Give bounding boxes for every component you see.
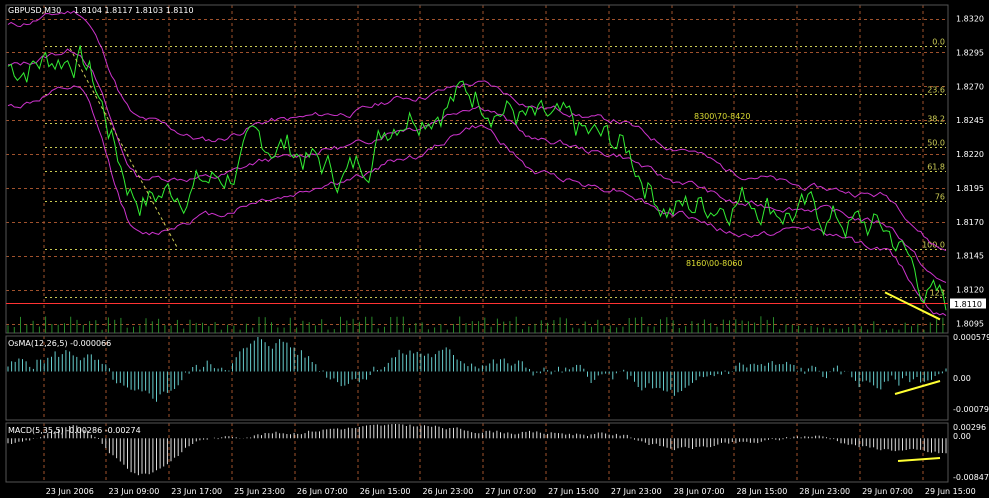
macd-tick-label: 0.00 — [953, 432, 971, 441]
time-axis-label: 27 Jun 23:00 — [611, 487, 662, 496]
time-axis-label: 29 Jun 15:00 — [925, 487, 976, 496]
price-tick-label: 1.8220 — [956, 150, 984, 159]
price-tick-label: 1.8095 — [956, 320, 984, 329]
time-axis-label: 23 Jun 17:00 — [171, 487, 222, 496]
time-axis-label: 28 Jun 07:00 — [674, 487, 725, 496]
time-axis-label: 26 Jun 23:00 — [423, 487, 474, 496]
current-price-label: 1.8110 — [954, 300, 982, 309]
macd-label: MACD(5,35,5) -0.00286 -0.00274 — [8, 426, 141, 435]
time-axis-label: 26 Jun 15:00 — [360, 487, 411, 496]
price-tick-label: 1.8145 — [956, 252, 984, 261]
price-tick-label: 1.8245 — [956, 116, 984, 125]
macd-tick-label: -0.00847 — [953, 473, 989, 482]
fibo-level-label: 61.8 — [927, 163, 945, 172]
time-axis-label: 29 Jun 07:00 — [862, 487, 913, 496]
ohlc-readout: 1.8104 1.8117 1.8103 1.8110 — [74, 6, 194, 15]
price-tick-label: 1.8295 — [956, 48, 984, 57]
time-axis-label: 26 Jun 07:00 — [297, 487, 348, 496]
time-axis-label: 27 Jun 15:00 — [548, 487, 599, 496]
time-axis-label: 27 Jun 07:00 — [485, 487, 536, 496]
time-axis-label: 23 Jun 2006 — [46, 487, 94, 496]
trading-chart: 0.023.638.250.061.876100.0123 1.83201.82… — [0, 0, 989, 498]
price-tick-label: 1.8170 — [956, 218, 984, 227]
price-tick-label: 1.8320 — [956, 15, 984, 24]
time-axis-label: 28 Jun 15:00 — [737, 487, 788, 496]
time-axis-label: 25 Jun 23:00 — [234, 487, 285, 496]
time-axis-label: 28 Jun 23:00 — [799, 487, 850, 496]
fibo-level-label: 0.0 — [932, 38, 945, 47]
fibo-level-label: 100.0 — [922, 241, 945, 250]
chart-title: GBPUSD,M30 — [8, 6, 61, 15]
annotation-lower: 8160\00-8060 — [686, 259, 742, 268]
macd-tick-label: 0.00296 — [953, 423, 986, 432]
annotation-upper: 8300\70-8420 — [694, 112, 750, 121]
fibo-level-label: 50.0 — [927, 139, 945, 148]
price-tick-label: 1.8270 — [956, 82, 984, 91]
osma-label: OsMA(12,26,5) -0.000066 — [8, 339, 111, 348]
osma-tick-label: -0.00079 — [953, 405, 989, 414]
fibo-level-label: 76 — [935, 193, 945, 202]
fibo-level-label: 23.6 — [927, 86, 945, 95]
time-axis-label: 23 Jun 09:00 — [109, 487, 160, 496]
fibo-level-label: 38.2 — [927, 115, 945, 124]
osma-tick-label: 0.000579 — [953, 333, 989, 342]
price-tick-label: 1.8120 — [956, 286, 984, 295]
osma-tick-label: 0.00 — [953, 374, 971, 383]
price-tick-label: 1.8195 — [956, 184, 984, 193]
